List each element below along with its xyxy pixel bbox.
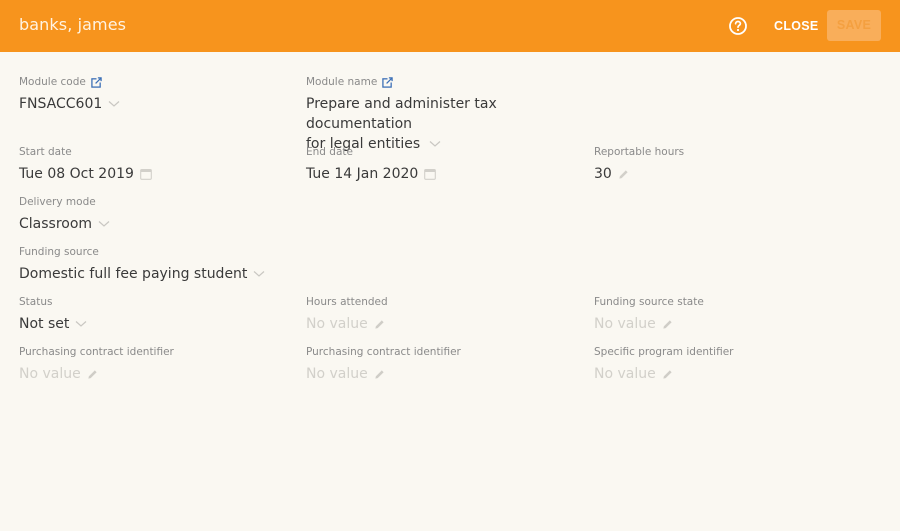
funding-source-state-field: Funding source state No value — [594, 295, 704, 334]
module-code-label: Module code — [19, 76, 86, 88]
end-date-picker[interactable]: Tue 14 Jan 2020 — [306, 164, 437, 184]
module-code-field: Module code FNSACC601 — [19, 75, 120, 114]
start-date-value: Tue 08 Oct 2019 — [19, 166, 134, 182]
help-button[interactable] — [728, 16, 748, 36]
status-select[interactable]: Not set — [19, 314, 87, 334]
pencil-icon[interactable] — [662, 319, 673, 330]
status-label: Status — [19, 296, 53, 308]
start-date-label: Start date — [19, 146, 72, 158]
calendar-icon — [140, 168, 152, 180]
external-link-icon[interactable] — [382, 76, 394, 88]
external-link-icon[interactable] — [91, 76, 102, 88]
delivery-mode-label: Delivery mode — [19, 196, 96, 208]
end-date-field: End date Tue 14 Jan 2020 — [306, 145, 437, 184]
hours-attended-label: Hours attended — [306, 296, 388, 308]
hours-attended-field: Hours attended No value — [306, 295, 388, 334]
reportable-hours-label: Reportable hours — [594, 146, 685, 158]
status-value: Not set — [19, 316, 70, 332]
pencil-icon[interactable] — [374, 369, 385, 380]
hours-attended-input[interactable]: No value — [306, 314, 388, 334]
chevron-down-icon — [98, 221, 110, 227]
module-name-label: Module name — [306, 76, 378, 88]
purchasing-contract-identifier-2-value: No value — [306, 366, 368, 382]
purchasing-contract-identifier-field: Purchasing contract identifier No value — [19, 345, 174, 384]
specific-program-identifier-value: No value — [594, 366, 656, 382]
specific-program-identifier-input[interactable]: No value — [594, 364, 733, 384]
specific-program-identifier-label: Specific program identifier — [594, 346, 734, 358]
module-name-field: Module name Prepare and administer tax d… — [306, 75, 596, 154]
reportable-hours-input[interactable]: 30 — [594, 164, 684, 184]
pencil-icon[interactable] — [618, 169, 629, 180]
pencil-icon[interactable] — [662, 369, 673, 380]
purchasing-contract-identifier-2-label: Purchasing contract identifier — [306, 346, 461, 358]
funding-source-state-value: No value — [594, 316, 656, 332]
reportable-hours-field: Reportable hours 30 — [594, 145, 684, 184]
module-code-select[interactable]: FNSACC601 — [19, 94, 120, 114]
end-date-label: End date — [306, 146, 353, 158]
start-date-picker[interactable]: Tue 08 Oct 2019 — [19, 164, 152, 184]
reportable-hours-value: 30 — [594, 166, 612, 182]
specific-program-identifier-field: Specific program identifier No value — [594, 345, 733, 384]
funding-source-value: Domestic full fee paying student — [19, 266, 248, 282]
delivery-mode-field: Delivery mode Classroom — [19, 195, 110, 234]
purchasing-contract-identifier-value: No value — [19, 366, 81, 382]
purchasing-contract-identifier-label: Purchasing contract identifier — [19, 346, 174, 358]
delivery-mode-value: Classroom — [19, 216, 93, 232]
start-date-field: Start date Tue 08 Oct 2019 — [19, 145, 152, 184]
funding-source-field: Funding source Domestic full fee paying … — [19, 245, 265, 284]
purchasing-contract-identifier-input[interactable]: No value — [19, 364, 174, 384]
chevron-down-icon — [254, 271, 265, 277]
funding-source-label: Funding source — [19, 246, 99, 258]
module-name-value-line1: Prepare and administer tax documentation — [306, 96, 497, 132]
end-date-value: Tue 14 Jan 2020 — [306, 166, 419, 182]
delivery-mode-select[interactable]: Classroom — [19, 214, 110, 234]
pencil-icon[interactable] — [374, 319, 385, 330]
pencil-icon[interactable] — [87, 369, 98, 380]
save-button[interactable]: SAVE — [827, 10, 881, 41]
question-circle-icon — [729, 17, 747, 35]
chevron-down-icon — [75, 321, 87, 327]
close-button[interactable]: CLOSE — [768, 15, 825, 37]
module-code-value: FNSACC601 — [19, 96, 103, 112]
calendar-icon — [424, 168, 437, 180]
funding-source-state-input[interactable]: No value — [594, 314, 704, 334]
hours-attended-value: No value — [306, 316, 368, 332]
funding-source-state-label: Funding source state — [594, 296, 704, 308]
purchasing-contract-identifier-2-input[interactable]: No value — [306, 364, 461, 384]
status-field: Status Not set — [19, 295, 87, 334]
funding-source-select[interactable]: Domestic full fee paying student — [19, 264, 265, 284]
chevron-down-icon — [108, 101, 120, 107]
header-bar: banks, james CLOSE SAVE — [0, 0, 900, 52]
student-name-title: banks, james — [19, 15, 127, 34]
purchasing-contract-identifier-2-field: Purchasing contract identifier No value — [306, 345, 461, 384]
